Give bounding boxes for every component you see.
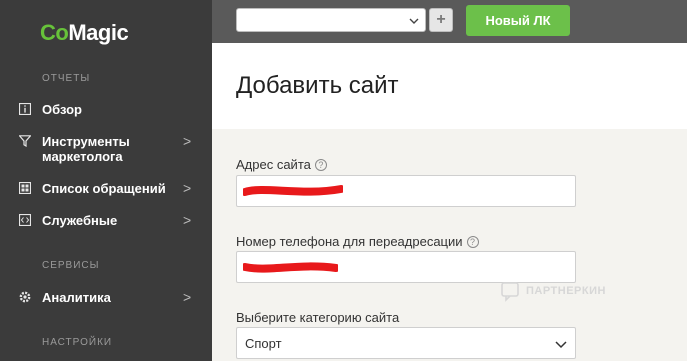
sidebar-item-label: Служебные [42,213,118,228]
site-address-label-text: Адрес сайта [236,157,311,172]
section-services: СЕРВИСЫ [42,260,100,271]
redirect-phone-label-text: Номер телефона для переадресации [236,234,463,249]
category-label: Выберите категорию сайта [236,310,400,325]
new-account-button[interactable]: Новый ЛК [466,5,570,36]
sidebar-item-requests[interactable]: Список обращений > [0,181,212,197]
category-select-value: Спорт [245,335,282,351]
sidebar: CoMagic ОТЧЕТЫ Обзор Инструменты маркето… [0,0,212,361]
filter-icon [18,134,32,148]
logo-magic: Magic [68,20,129,45]
redaction-mark [243,262,338,273]
chevron-down-icon [409,13,419,24]
watermark-logo-icon [501,282,519,302]
redaction-mark [243,185,343,196]
sidebar-item-label: Инструменты маркетолога [42,134,130,164]
info-icon [18,102,32,116]
title-bar: Добавить сайт [212,43,687,129]
top-bar: + Новый ЛК [212,0,687,43]
chevron-right-icon: > [183,133,192,149]
help-icon[interactable]: ? [466,235,479,248]
help-icon[interactable]: ? [314,158,327,171]
logo-co: Co [40,20,69,45]
chevron-down-icon [555,338,567,350]
gear-icon [18,290,32,304]
redirect-phone-input[interactable] [236,251,576,283]
sidebar-item-marketing-tools[interactable]: Инструменты маркетолога > [0,134,212,166]
category-select[interactable]: Спорт [236,327,576,359]
chevron-right-icon: > [183,289,192,305]
sidebar-item-overview[interactable]: Обзор [0,102,212,118]
code-icon [18,213,32,227]
account-select[interactable] [236,8,426,32]
sidebar-item-analytics[interactable]: Аналитика > [0,290,212,306]
section-reports: ОТЧЕТЫ [42,73,91,84]
sidebar-item-label: Обзор [42,102,82,117]
sidebar-item-label: Аналитика [42,290,111,305]
chevron-right-icon: > [183,180,192,196]
watermark-text: ПАРТНЕРКИН [526,285,606,297]
redirect-phone-label: Номер телефона для переадресации ? [236,234,479,249]
section-settings: НАСТРОЙКИ [42,337,113,348]
watermark: ПАРТНЕРКИН [500,280,606,302]
site-address-label: Адрес сайта ? [236,157,327,172]
sidebar-item-label: Список обращений [42,181,166,196]
plus-icon: + [436,11,446,28]
sidebar-item-service[interactable]: Служебные > [0,213,212,229]
site-address-input[interactable] [236,175,576,207]
chevron-right-icon: > [183,212,192,228]
add-account-button[interactable]: + [429,8,453,32]
comagic-logo[interactable]: CoMagic [40,20,129,46]
grid-icon [18,181,32,195]
page-title: Добавить сайт [236,72,399,99]
add-site-form: Адрес сайта ? Номер телефона для переадр… [212,129,687,361]
